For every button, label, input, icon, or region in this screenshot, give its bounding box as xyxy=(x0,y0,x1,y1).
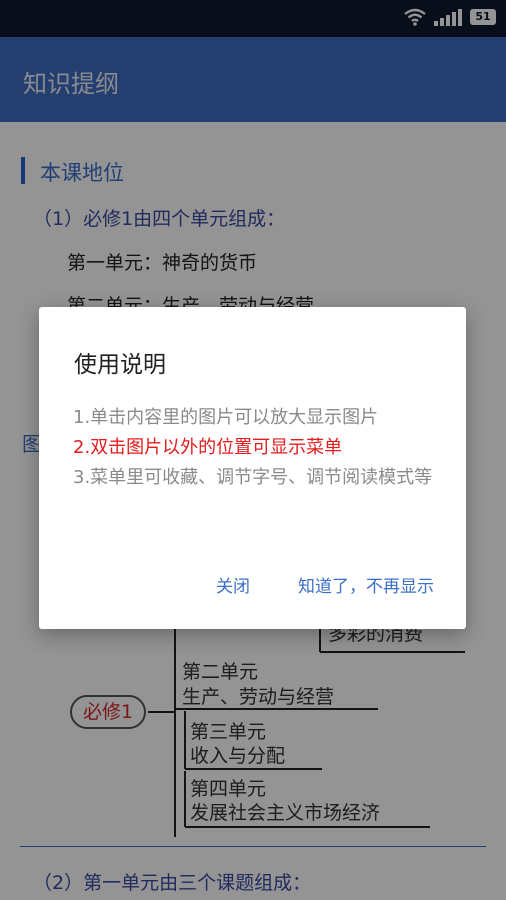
dialog-actions: 关闭 知道了，不再显示 xyxy=(216,572,434,597)
dialog-body: 1.单击内容里的图片可以放大显示图片 2.双击图片以外的位置可显示菜单 3.菜单… xyxy=(73,403,443,493)
instruction-item-highlight: 2.双击图片以外的位置可显示菜单 xyxy=(73,437,343,458)
dialog-title: 使用说明 xyxy=(74,352,166,378)
instruction-item: 3.菜单里可收藏、调节字号、调节阅读模式等 xyxy=(73,467,433,488)
instruction-item: 1.单击内容里的图片可以放大显示图片 xyxy=(73,407,379,428)
usage-dialog: 使用说明 1.单击内容里的图片可以放大显示图片 2.双击图片以外的位置可显示菜单… xyxy=(39,307,466,629)
dont-show-again-button[interactable]: 知道了，不再显示 xyxy=(298,572,434,597)
close-button[interactable]: 关闭 xyxy=(216,572,250,597)
